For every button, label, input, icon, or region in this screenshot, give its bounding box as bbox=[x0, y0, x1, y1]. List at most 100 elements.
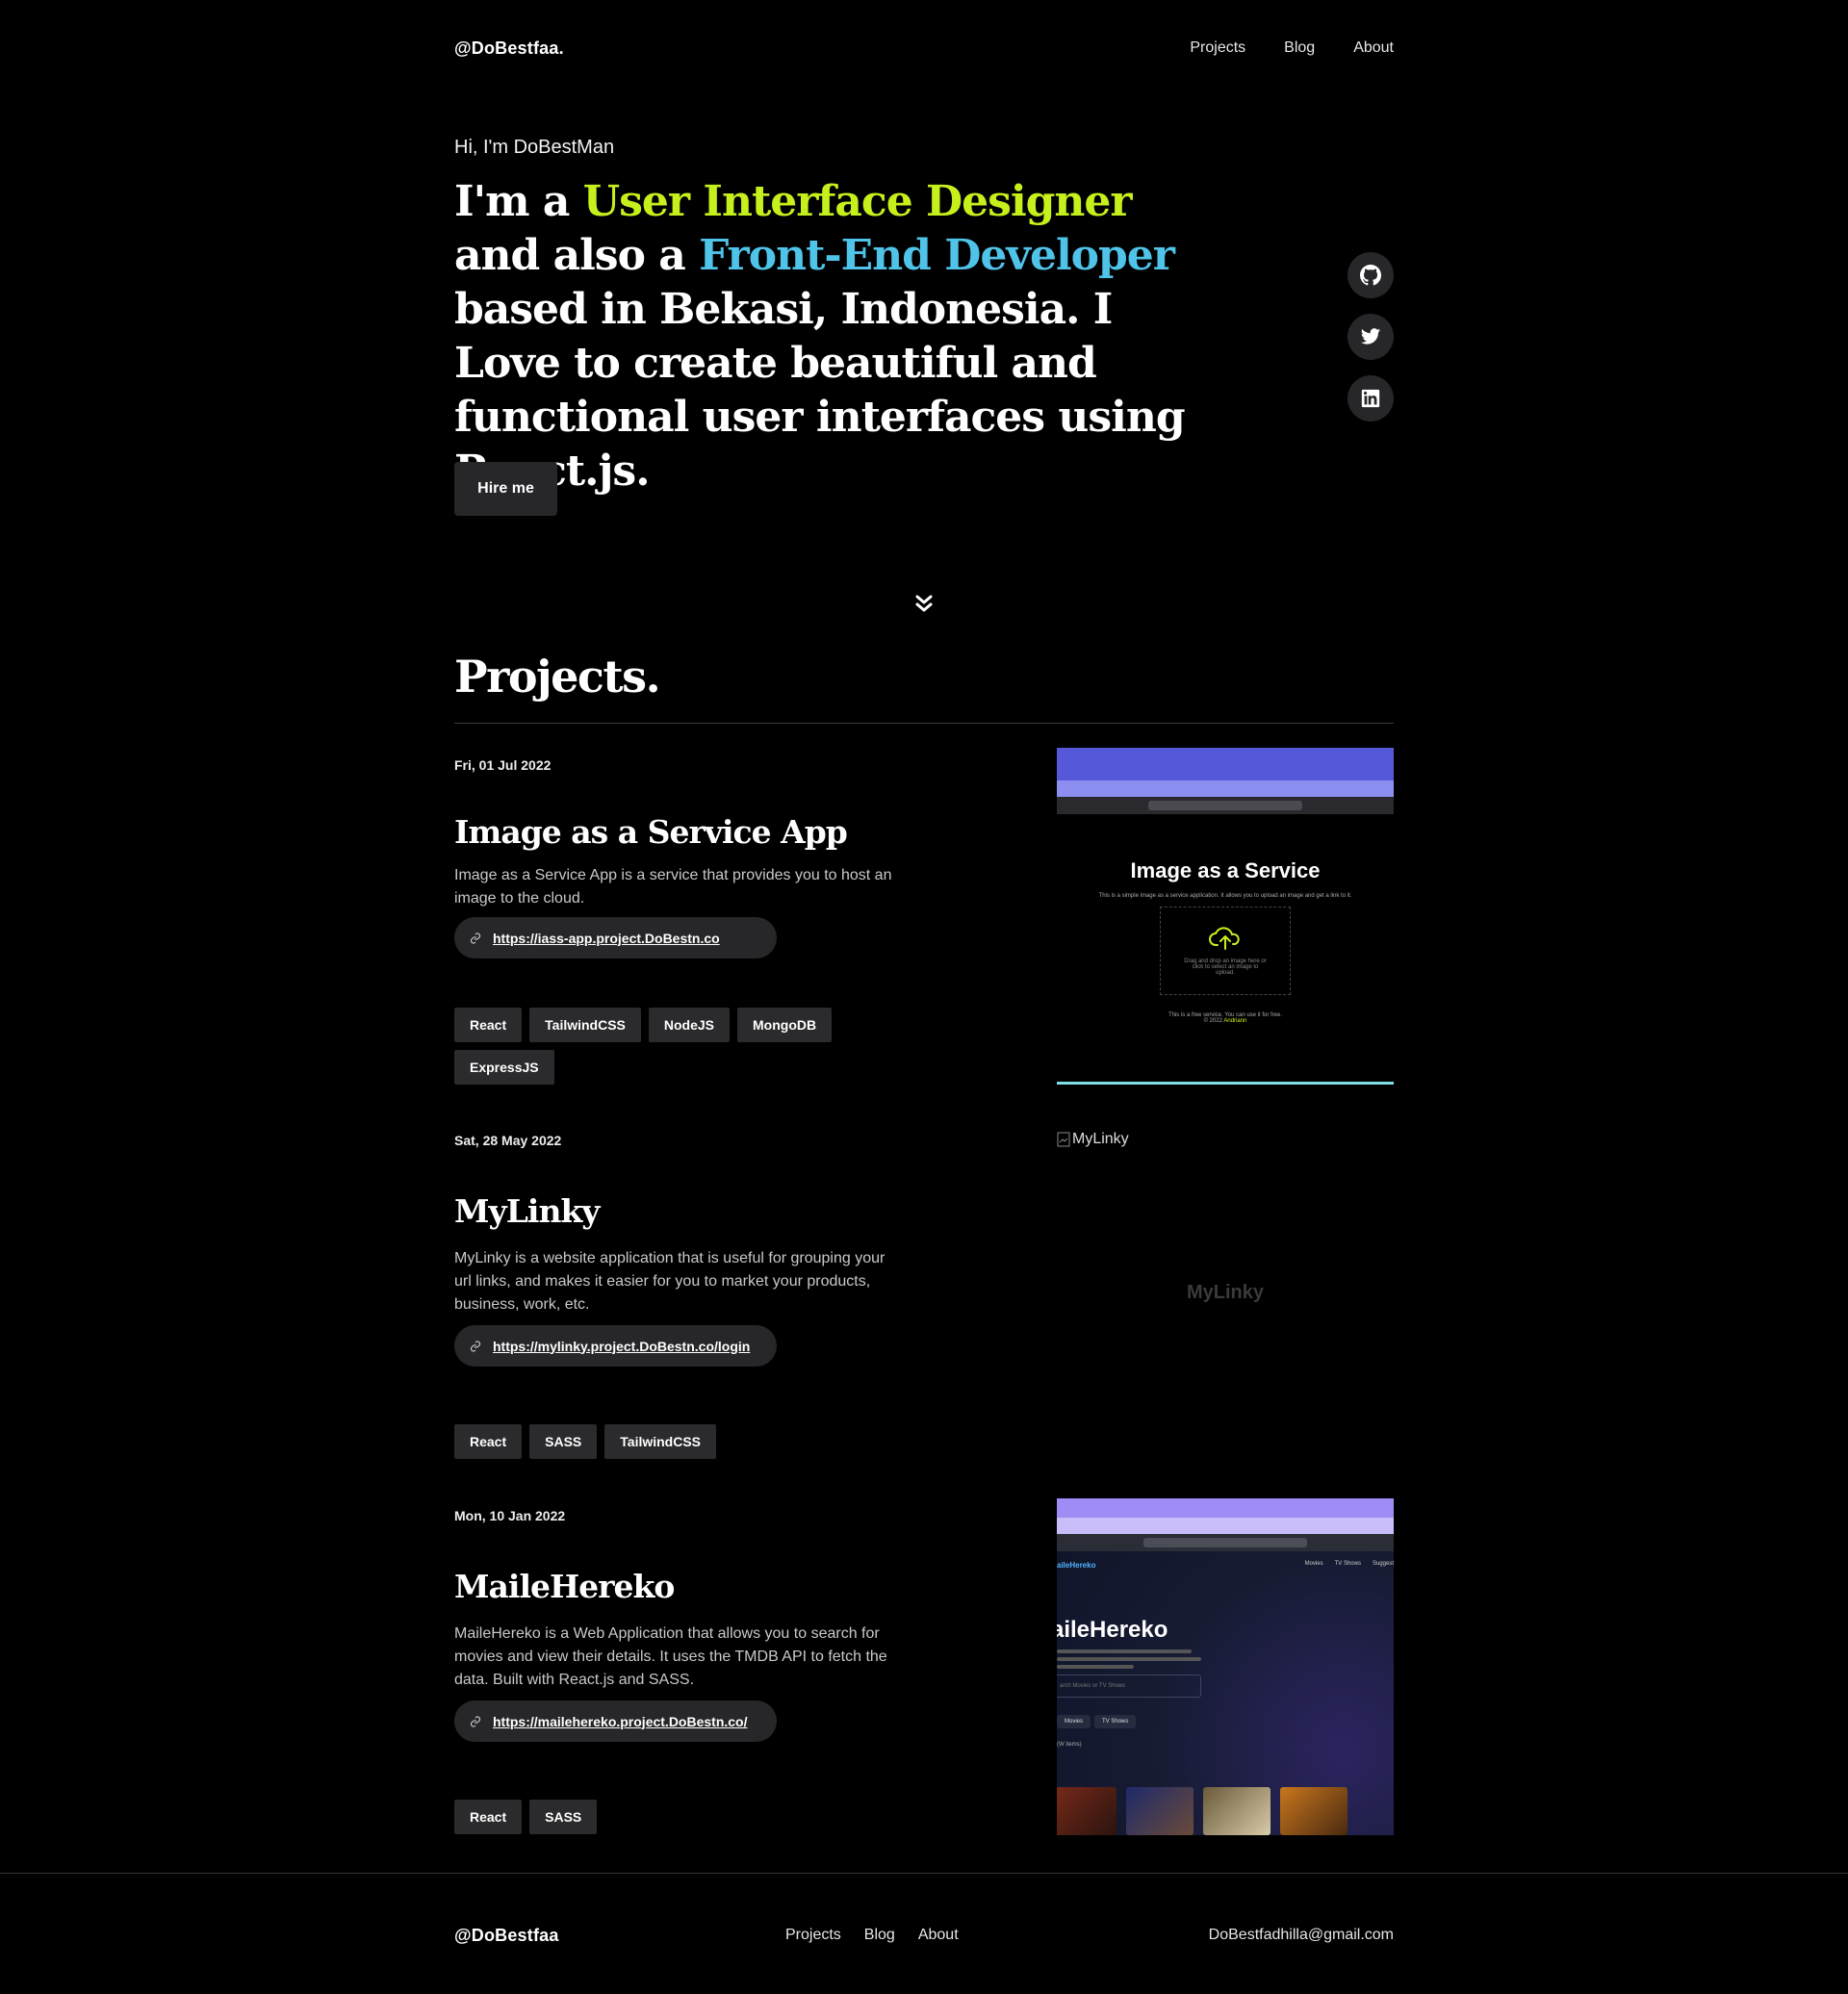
brand-logo[interactable]: @DoBestfaa. bbox=[454, 38, 564, 59]
nav-link-about[interactable]: About bbox=[1353, 39, 1394, 57]
footer-divider bbox=[0, 1873, 1848, 1874]
nav-link-projects[interactable]: Projects bbox=[1190, 39, 1245, 57]
broken-image-icon bbox=[1057, 1132, 1070, 1147]
footer-brand[interactable]: @DoBestfaa bbox=[454, 1926, 559, 1946]
dropzone: Drag and drop an image here or click to … bbox=[1160, 907, 1291, 995]
hero-title-part: I'm a bbox=[454, 177, 583, 226]
project-link-url: https://iass-app.project.DoBestn.co bbox=[493, 930, 720, 946]
text-line bbox=[1057, 1665, 1134, 1669]
nav-links: Projects Blog About bbox=[1190, 39, 1394, 57]
broken-image: MyLinky bbox=[1057, 1131, 1129, 1148]
github-link[interactable] bbox=[1348, 252, 1394, 298]
link-icon bbox=[471, 1716, 480, 1726]
mockup-menu-item: Suggest bbox=[1372, 1561, 1394, 1567]
tag-list: React TailwindCSS NodeJS MongoDB Express… bbox=[454, 1008, 859, 1085]
footer-link-projects[interactable]: Projects bbox=[785, 1927, 841, 1944]
mockup-subtitle: This is a simple image as a service appl… bbox=[1098, 893, 1352, 899]
chevron-double-down-icon[interactable] bbox=[914, 594, 934, 615]
hero-title-part: based in Bekasi, Indonesia. I Love to cr… bbox=[454, 285, 1186, 496]
projects-heading: Projects. bbox=[454, 651, 661, 703]
hire-me-button[interactable]: Hire me bbox=[454, 462, 557, 516]
author-name: Andriann bbox=[1223, 1018, 1247, 1024]
image-underline bbox=[1057, 1082, 1394, 1085]
mockup-heading: aileHereko bbox=[1057, 1617, 1168, 1643]
project-date: Mon, 10 Jan 2022 bbox=[454, 1508, 566, 1523]
project-screenshot[interactable]: Image as a Service This is a simple imag… bbox=[1057, 748, 1394, 1085]
tag: MongoDB bbox=[737, 1008, 833, 1042]
hero-highlight-role: Front-End Developer bbox=[699, 231, 1175, 280]
mockup-pills: Movies TV Shows bbox=[1057, 1715, 1137, 1728]
browser-tab-bar bbox=[1057, 780, 1394, 797]
project-title: MaileHereko bbox=[454, 1568, 675, 1605]
tag: React bbox=[454, 1008, 523, 1042]
mockup-search: arch Movies or TV Shows bbox=[1057, 1674, 1201, 1698]
link-icon bbox=[471, 933, 480, 943]
project-screenshot[interactable]: MyLinky MyLinky bbox=[1057, 1123, 1394, 1460]
tag: SASS bbox=[529, 1800, 598, 1834]
hero-greeting: Hi, I'm DoBestMan bbox=[454, 137, 615, 158]
tag-list: React SASS TailwindCSS bbox=[454, 1424, 859, 1459]
browser-toolbar bbox=[1057, 797, 1394, 814]
footer-links: Projects Blog About bbox=[785, 1927, 959, 1944]
hero-highlight-role: User Interface Designer bbox=[582, 177, 1133, 226]
footer-link-about[interactable]: About bbox=[918, 1927, 959, 1944]
mockup-footer: This is a free service. You can use it f… bbox=[1057, 1012, 1394, 1024]
project-link[interactable]: https://mailehereko.project.DoBestn.co/ bbox=[454, 1700, 777, 1742]
dropzone-text: Drag and drop an image here or click to … bbox=[1184, 959, 1267, 976]
project-title: Image as a Service App bbox=[454, 813, 848, 851]
mockup-body: aileHereko Movies TV Shows Suggest aileH… bbox=[1057, 1551, 1394, 1835]
twitter-link[interactable] bbox=[1348, 314, 1394, 360]
mockup-posters bbox=[1057, 1787, 1348, 1835]
browser-tab-bar bbox=[1057, 1518, 1394, 1534]
project-card: Sat, 28 May 2022 MyLinky MyLinky is a we… bbox=[454, 1131, 1394, 1470]
project-screenshot[interactable]: aileHereko Movies TV Shows Suggest aileH… bbox=[1057, 1498, 1394, 1835]
mockup-pill: TV Shows bbox=[1094, 1715, 1137, 1728]
cloud-upload-icon bbox=[1209, 927, 1240, 950]
hero-title: I'm a User Interface Designer and also a… bbox=[454, 175, 1205, 498]
tag: TailwindCSS bbox=[529, 1008, 641, 1042]
url-bar bbox=[1143, 1538, 1307, 1547]
project-date: Fri, 01 Jul 2022 bbox=[454, 757, 552, 773]
nav-link-blog[interactable]: Blog bbox=[1284, 39, 1315, 57]
copyright-text: © 2022 bbox=[1203, 1018, 1224, 1024]
project-link[interactable]: https://iass-app.project.DoBestn.co bbox=[454, 917, 777, 959]
mockup-menu: Movies TV Shows Suggest bbox=[1305, 1561, 1394, 1567]
text-line bbox=[1057, 1657, 1201, 1661]
mockup-count: (W items) bbox=[1057, 1742, 1082, 1748]
linkedin-link[interactable] bbox=[1348, 375, 1394, 422]
text-line bbox=[1057, 1649, 1192, 1653]
mockup-pill: Movies bbox=[1057, 1715, 1091, 1728]
link-icon bbox=[471, 1341, 480, 1351]
poster bbox=[1057, 1787, 1116, 1835]
tag: TailwindCSS bbox=[604, 1424, 717, 1459]
mockup-search-placeholder: arch Movies or TV Shows bbox=[1060, 1683, 1126, 1689]
divider bbox=[454, 723, 1394, 724]
browser-toolbar bbox=[1057, 1534, 1394, 1551]
project-link[interactable]: https://mylinky.project.DoBestn.co/login bbox=[454, 1325, 777, 1367]
footer-email[interactable]: DoBestfadhilla@gmail.com bbox=[1209, 1927, 1394, 1944]
tag: React bbox=[454, 1424, 523, 1459]
tag-list: React SASS bbox=[454, 1800, 859, 1834]
browser-top-bar bbox=[1057, 748, 1394, 780]
twitter-icon bbox=[1360, 328, 1381, 345]
project-link-url: https://mylinky.project.DoBestn.co/login bbox=[493, 1338, 751, 1354]
mockup-copyright: © 2022 Andriann bbox=[1057, 1018, 1394, 1024]
mockup-menu-item: TV Shows bbox=[1334, 1561, 1361, 1567]
hero-title-part: and also a bbox=[454, 231, 700, 280]
url-bar bbox=[1148, 801, 1302, 810]
mockup-text-lines bbox=[1057, 1649, 1201, 1673]
social-links bbox=[1348, 252, 1394, 422]
project-description: MyLinky is a website application that is… bbox=[454, 1250, 886, 1313]
project-title: MyLinky bbox=[454, 1192, 600, 1230]
poster bbox=[1126, 1787, 1194, 1835]
tag: ExpressJS bbox=[454, 1050, 554, 1085]
image-alt-text: MyLinky bbox=[1072, 1131, 1129, 1147]
tag: NodeJS bbox=[648, 1008, 731, 1042]
mockup-logo: aileHereko bbox=[1057, 1561, 1096, 1570]
top-nav: @DoBestfaa. Projects Blog About bbox=[454, 35, 1394, 62]
project-card: Fri, 01 Jul 2022 Image as a Service App … bbox=[454, 748, 1394, 1094]
footer-link-blog[interactable]: Blog bbox=[864, 1927, 895, 1944]
project-description: MaileHereko is a Web Application that al… bbox=[454, 1625, 887, 1688]
project-link-url: https://mailehereko.project.DoBestn.co/ bbox=[493, 1713, 748, 1729]
mockup-menu-item: Movies bbox=[1304, 1561, 1323, 1567]
